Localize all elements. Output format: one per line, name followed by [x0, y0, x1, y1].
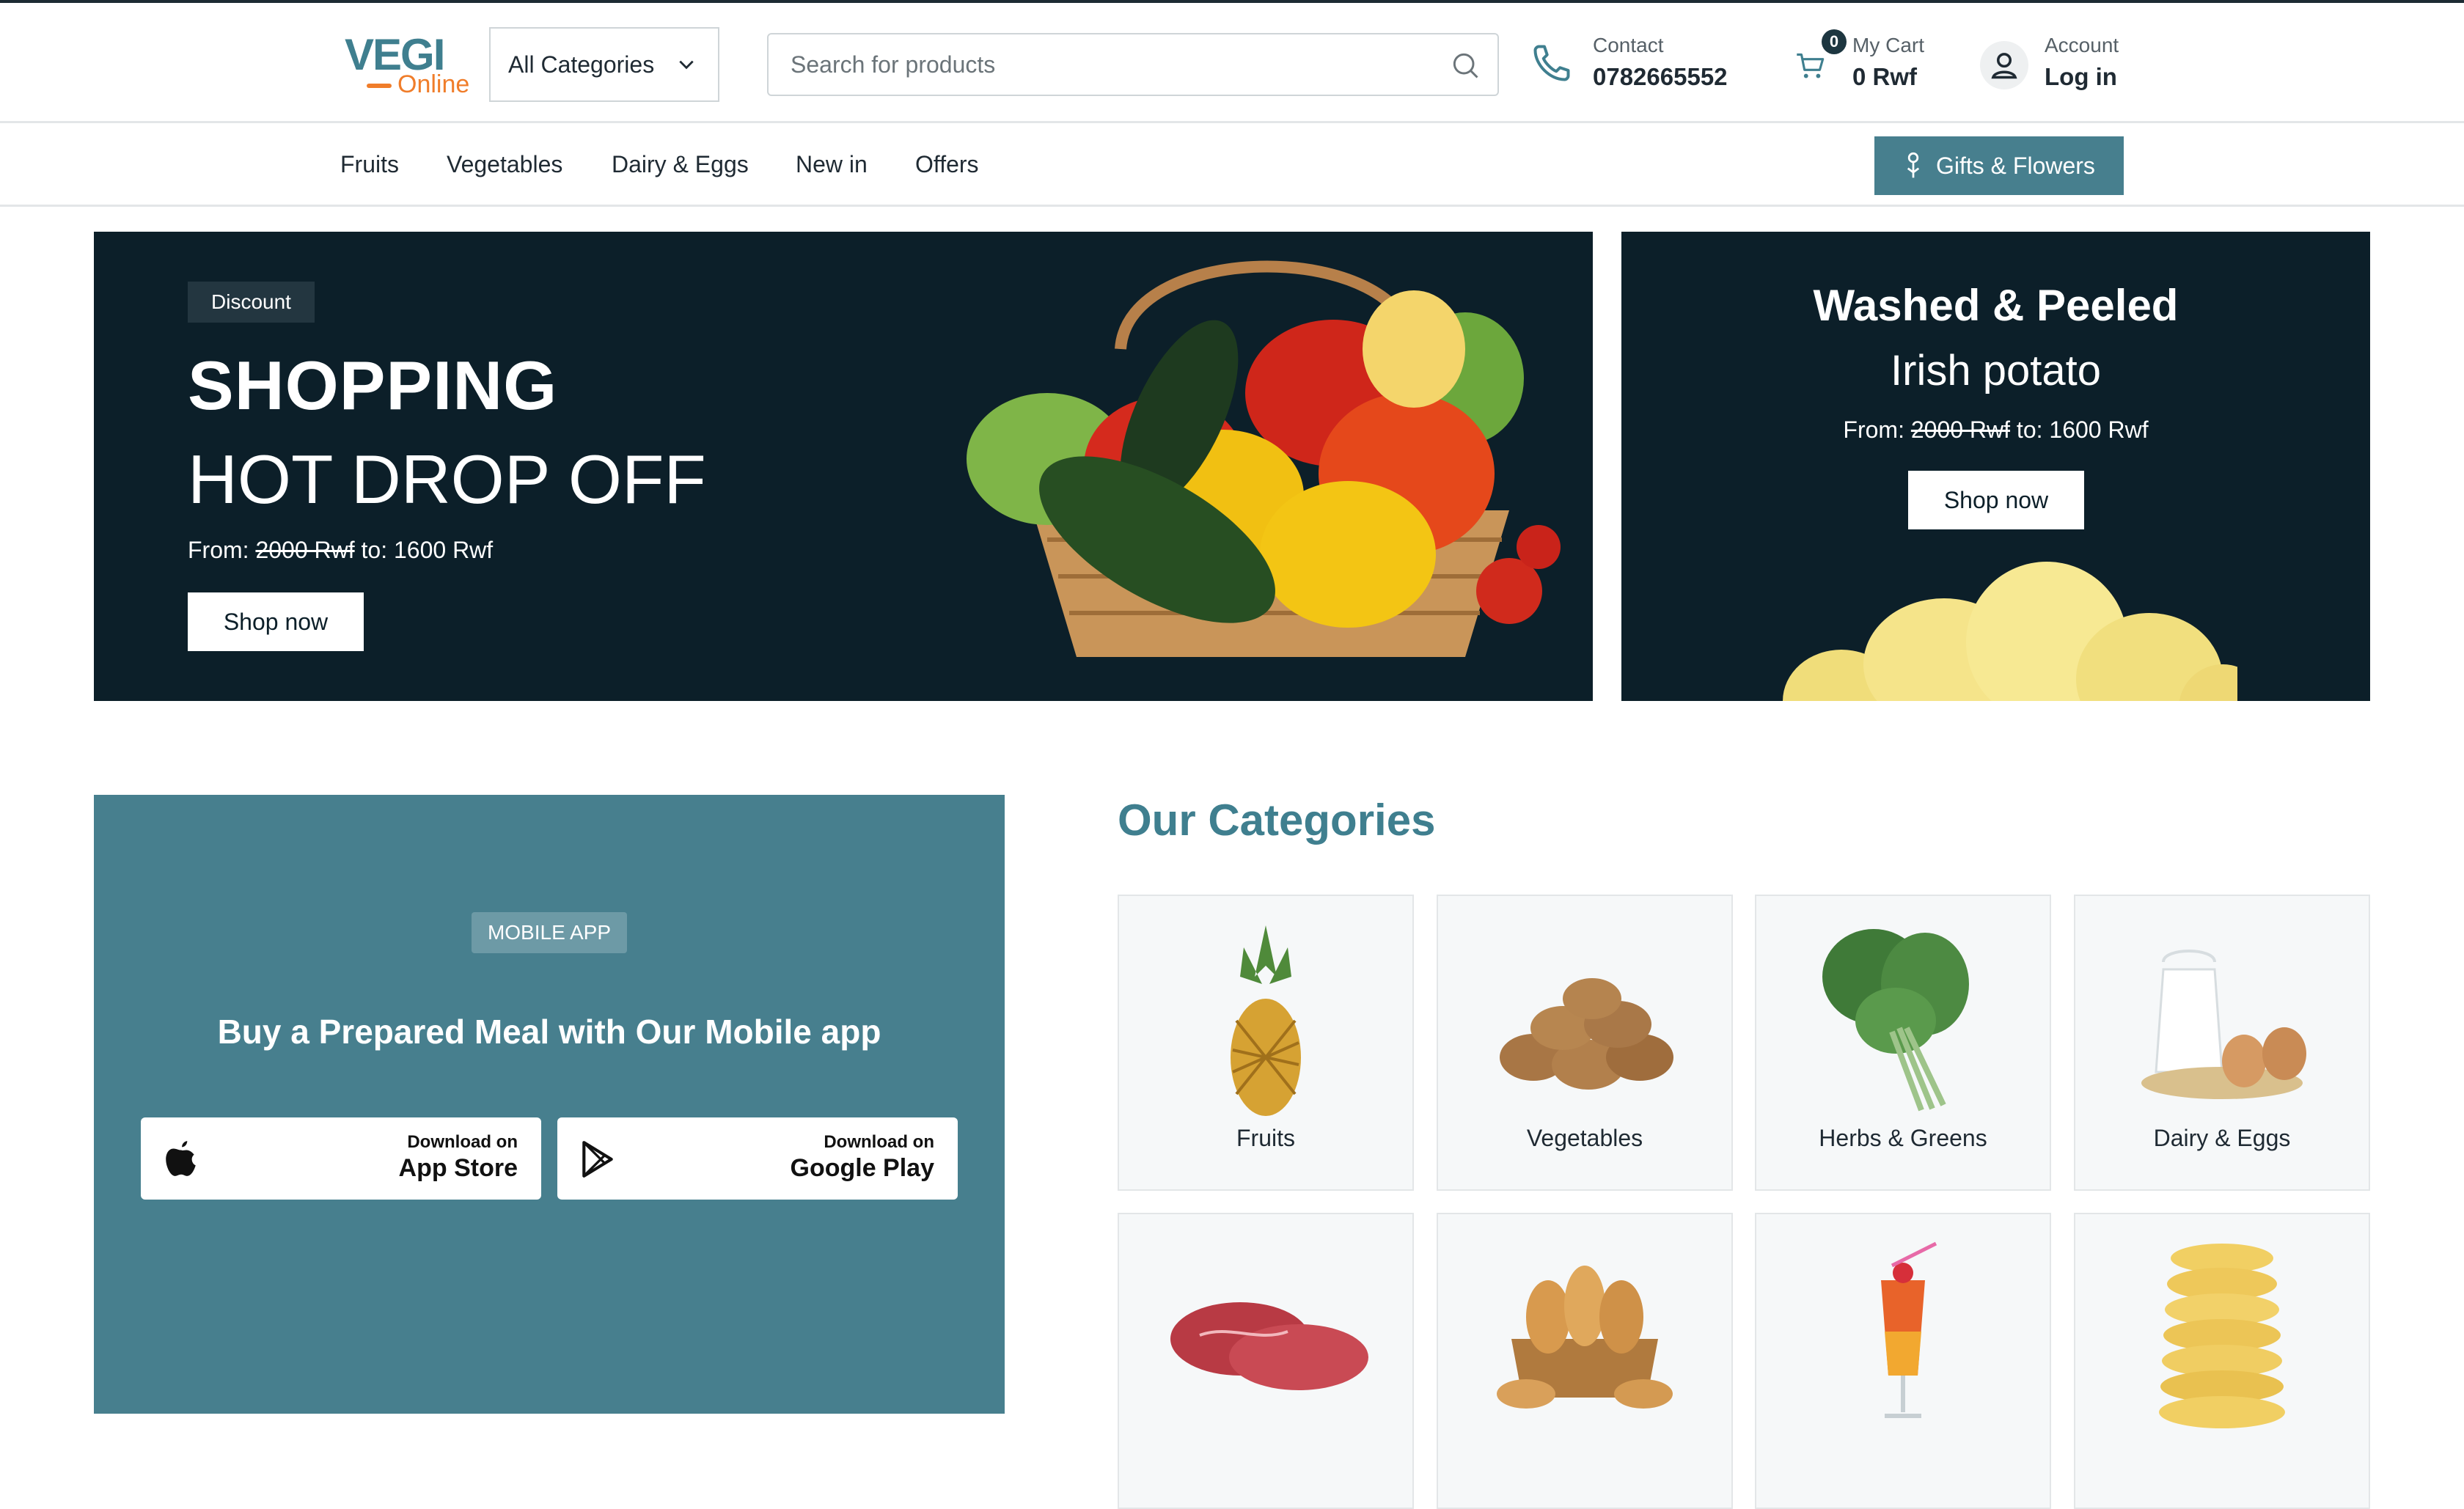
contact-label: Contact — [1593, 34, 1664, 56]
logo-dash — [367, 84, 392, 88]
phone-icon — [1533, 45, 1570, 81]
gifts-flowers-button[interactable]: Gifts & Flowers — [1874, 136, 2124, 195]
side-banner: Washed & Peeled Irish potato From: 2000 … — [1621, 232, 2370, 701]
discount-badge: Discount — [188, 282, 315, 323]
cart-block[interactable]: My Cart 0 Rwf — [1852, 31, 1924, 94]
category-label-vegetables: Vegetables — [1526, 1125, 1643, 1151]
cart-count-badge: 0 — [1822, 29, 1847, 54]
bread-basket-image — [1497, 1266, 1673, 1409]
search-input[interactable] — [791, 51, 1392, 78]
category-label-dairy-eggs: Dairy & Eggs — [2153, 1125, 2291, 1151]
play-store-icon — [582, 1141, 613, 1178]
user-icon — [1991, 53, 2017, 79]
nav-item-vegetables[interactable]: Vegetables — [447, 151, 562, 178]
hero-subtitle: HOT DROP OFF — [188, 441, 706, 518]
milk-eggs-image — [2141, 950, 2306, 1099]
side-pricing: From: 2000 Rwf to: 1600 Rwf — [1621, 416, 2370, 444]
side-new-price: to: 1600 Rwf — [2016, 416, 2149, 443]
account-label: Account — [2045, 34, 2119, 56]
login-link[interactable]: Log in — [2045, 60, 2119, 94]
main-nav: Fruits Vegetables Dairy & Eggs New in Of… — [0, 125, 2464, 207]
cart-total: 0 Rwf — [1852, 63, 1918, 90]
nav-item-new-in[interactable]: New in — [796, 151, 868, 178]
app-store-button[interactable]: Download on App Store — [141, 1117, 541, 1200]
greens-image — [1822, 929, 1969, 1112]
category-label-fruits: Fruits — [1236, 1125, 1295, 1151]
meat-image — [1170, 1302, 1368, 1390]
account-block[interactable]: Account Log in — [2045, 31, 2119, 94]
mobile-app-section: MOBILE APP Buy a Prepared Meal with Our … — [94, 795, 1005, 1414]
account-icon[interactable] — [1980, 41, 2028, 89]
category-select-value: All Categories — [508, 51, 655, 78]
hero-banner: Discount SHOPPING HOT DROP OFF From: 200… — [94, 232, 1593, 701]
categories-title: Our Categories — [1118, 796, 1436, 845]
search-bar — [767, 33, 1499, 96]
contact-block[interactable]: Contact 0782665552 — [1593, 31, 1728, 94]
google-play-small: Download on — [824, 1132, 934, 1152]
cart-icon[interactable] — [1792, 47, 1829, 84]
side-from: From: — [1843, 416, 1904, 443]
potatoes-image — [1783, 562, 2237, 701]
logo[interactable]: VEGI Online — [345, 29, 469, 100]
side-shop-now-button[interactable]: Shop now — [1908, 471, 2084, 529]
logo-sub: Online — [397, 70, 470, 98]
category-card-drinks[interactable] — [1755, 1213, 2051, 1509]
google-play-large: Google Play — [790, 1154, 935, 1182]
category-card-herbs-greens[interactable]: Herbs & Greens — [1755, 895, 2051, 1191]
nav-item-offers[interactable]: Offers — [915, 151, 979, 178]
pineapple-image — [1231, 925, 1301, 1116]
category-card-fruits[interactable]: Fruits — [1118, 895, 1414, 1191]
category-label-herbs-greens: Herbs & Greens — [1819, 1125, 1987, 1151]
nav-item-dairy-eggs[interactable]: Dairy & Eggs — [612, 151, 749, 178]
category-card-bakery[interactable] — [1437, 1213, 1733, 1509]
gifts-flowers-label: Gifts & Flowers — [1936, 152, 2095, 179]
gift-icon — [1907, 152, 1920, 178]
chevron-down-icon — [679, 60, 694, 70]
mobile-app-title: Buy a Prepared Meal with Our Mobile app — [217, 1013, 881, 1051]
hero-old-price: 2000 Rwf — [255, 537, 355, 563]
app-store-small: Download on — [407, 1132, 518, 1152]
nav-item-fruits[interactable]: Fruits — [340, 151, 399, 178]
category-select[interactable]: All Categories — [489, 27, 719, 102]
mobile-app-badge: MOBILE APP — [472, 912, 627, 953]
side-old-price: 2000 Rwf — [1910, 416, 2011, 443]
contact-phone: 0782665552 — [1593, 63, 1728, 90]
google-play-button[interactable]: Download on Google Play — [557, 1117, 958, 1200]
category-card-snacks[interactable] — [2074, 1213, 2370, 1509]
category-card-vegetables[interactable]: Vegetables — [1437, 895, 1733, 1191]
site-header: VEGI Online All Categories Contact 07826… — [0, 3, 2464, 123]
cocktail-image — [1881, 1241, 1937, 1418]
category-card-dairy-eggs[interactable]: Dairy & Eggs — [2074, 895, 2370, 1191]
hero-title: SHOPPING — [188, 347, 558, 424]
chips-stack-image — [2159, 1244, 2285, 1428]
vegetable-basket-image — [967, 260, 1561, 657]
category-card-meat[interactable] — [1118, 1213, 1414, 1509]
apple-icon — [166, 1141, 196, 1176]
app-store-large: App Store — [398, 1154, 518, 1182]
search-icon[interactable] — [1449, 49, 1481, 81]
cart-label: My Cart — [1852, 34, 1924, 56]
side-banner-subtitle: Irish potato — [1891, 347, 2101, 394]
hero-from: From: — [188, 537, 249, 563]
hero-shop-now-button[interactable]: Shop now — [188, 592, 364, 651]
potatoes-pile-image — [1500, 978, 1673, 1090]
hero-pricing: From: 2000 Rwf to: 1600 Rwf — [188, 537, 493, 564]
side-banner-title: Washed & Peeled — [1813, 281, 2179, 330]
hero-new-price: to: 1600 Rwf — [361, 537, 494, 563]
